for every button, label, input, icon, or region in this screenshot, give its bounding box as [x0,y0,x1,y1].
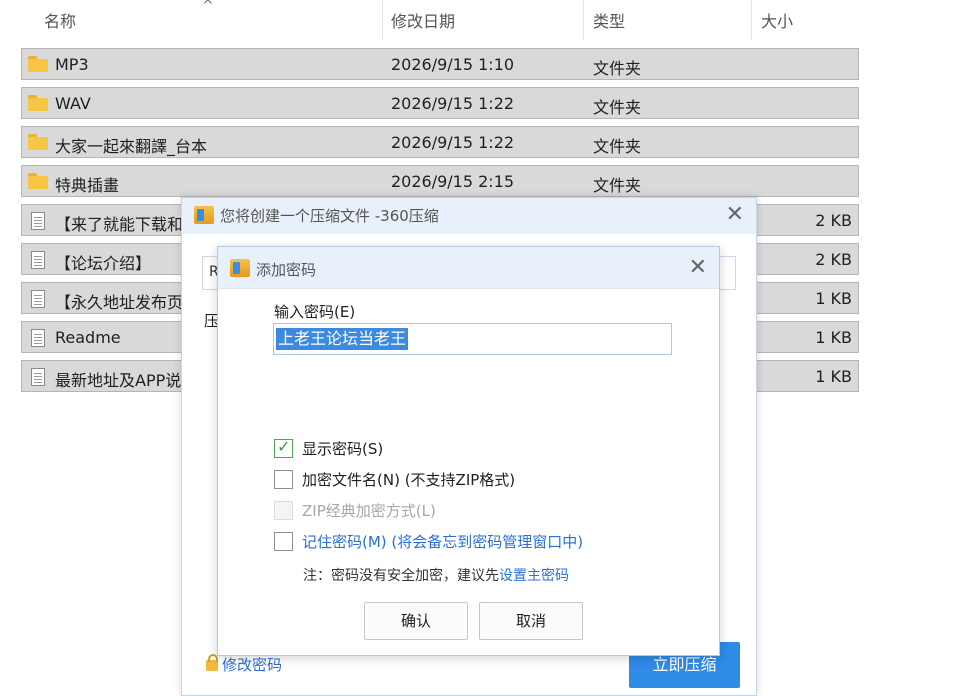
file-type: 文件夹 [593,176,642,195]
file-name: Readme [55,328,121,347]
sort-ascending-icon: ^ [202,0,214,14]
file-size: 1 KB [815,289,852,308]
column-divider[interactable] [583,0,584,40]
file-modified: 2026/9/15 1:22 [391,133,515,152]
remember-password-checkbox[interactable] [274,532,293,551]
document-icon [28,251,45,269]
screen: ^ 名称 修改日期 类型 大小 MP3 2026/9/15 1:10 文件夹 W… [0,0,960,696]
cancel-button[interactable]: 取消 [479,602,583,640]
file-modified: 2026/9/15 2:15 [391,172,515,191]
modify-password-link[interactable]: 修改密码 [206,654,282,675]
file-name: 最新地址及APP说 [55,371,182,390]
archive-dialog-title: 您将创建一个压缩文件 -360压缩 [220,207,439,225]
add-password-dialog: 添加密码 ✕ 输入密码(E) 上老王论坛当老王 显示密码(S) 加密文件名(N)… [217,246,720,656]
file-type: 文件夹 [593,98,642,117]
zip-classic-label: ZIP经典加密方式(L) [302,502,436,520]
folder-icon [28,173,48,189]
file-type: 文件夹 [593,59,642,78]
document-icon [28,329,45,347]
column-header-size[interactable]: 大小 [761,8,793,32]
folder-icon [28,56,48,72]
column-header-bar: ^ 名称 修改日期 类型 大小 [22,0,864,40]
password-input[interactable]: 上老王论坛当老王 [273,323,672,355]
zip-classic-encryption-option: ZIP经典加密方式(L) [274,500,436,521]
close-icon[interactable]: ✕ [726,204,744,226]
encrypt-filenames-option[interactable]: 加密文件名(N) (不支持ZIP格式) [274,469,515,490]
archive-dialog-titlebar[interactable]: 您将创建一个压缩文件 -360压缩 ✕ [182,198,756,234]
encrypt-filenames-checkbox[interactable] [274,470,293,489]
file-name: WAV [55,94,91,113]
set-master-password-link[interactable]: 设置主密码 [499,568,569,584]
file-modified: 2026/9/15 1:10 [391,55,515,74]
file-row[interactable]: WAV 2026/9/15 1:22 文件夹 [21,87,859,119]
column-divider[interactable] [751,0,752,40]
360zip-app-icon [194,206,214,224]
document-icon [28,290,45,308]
file-name: 【永久地址发布页 [55,293,184,312]
confirm-button[interactable]: 确认 [364,602,468,640]
add-password-titlebar[interactable]: 添加密码 ✕ [218,247,719,289]
file-type: 文件夹 [593,137,642,156]
encrypt-filenames-label: 加密文件名(N) (不支持ZIP格式) [302,471,516,489]
folder-icon [28,134,48,150]
file-row[interactable]: 大家一起來翻譯_台本 2026/9/15 1:22 文件夹 [21,126,859,158]
file-name: 【来了就能下载和 [55,215,184,234]
remember-password-option[interactable]: 记住密码(M) (将会备忘到密码管理窗口中) [274,531,583,552]
show-password-label: 显示密码(S) [302,440,384,458]
modify-password-label: 修改密码 [222,656,283,674]
file-name: 大家一起來翻譯_台本 [55,137,208,156]
file-row[interactable]: 特典插畫 2026/9/15 2:15 文件夹 [21,165,859,197]
show-password-checkbox[interactable] [274,437,293,458]
zip-classic-checkbox [274,501,293,520]
file-size: 2 KB [815,211,852,230]
security-note-text: 注：密码没有安全加密，建议先 [303,568,499,584]
document-icon [28,368,45,386]
file-name: MP3 [55,55,89,74]
add-password-title: 添加密码 [256,261,317,279]
360zip-app-icon [230,259,250,277]
password-input-label: 输入密码(E) [274,303,356,321]
file-name: 特典插畫 [55,176,120,195]
column-header-modified[interactable]: 修改日期 [391,8,455,32]
show-password-option[interactable]: 显示密码(S) [274,437,384,459]
folder-icon [28,95,48,111]
file-row[interactable]: MP3 2026/9/15 1:10 文件夹 [21,48,859,80]
security-note: 注：密码没有安全加密，建议先设置主密码 [303,565,569,585]
file-name: 【论坛介绍】 [55,254,152,273]
column-header-type[interactable]: 类型 [593,8,625,32]
file-size: 2 KB [815,250,852,269]
password-text-selected: 上老王论坛当老王 [276,328,409,350]
file-size: 1 KB [815,328,852,347]
lock-icon [206,654,218,671]
document-icon [28,212,45,230]
file-size: 1 KB [815,367,852,386]
column-divider[interactable] [382,0,383,40]
remember-password-label: 记住密码(M) (将会备忘到密码管理窗口中) [302,533,584,551]
column-header-name[interactable]: 名称 [44,8,76,32]
file-modified: 2026/9/15 1:22 [391,94,515,113]
close-icon[interactable]: ✕ [689,257,707,279]
